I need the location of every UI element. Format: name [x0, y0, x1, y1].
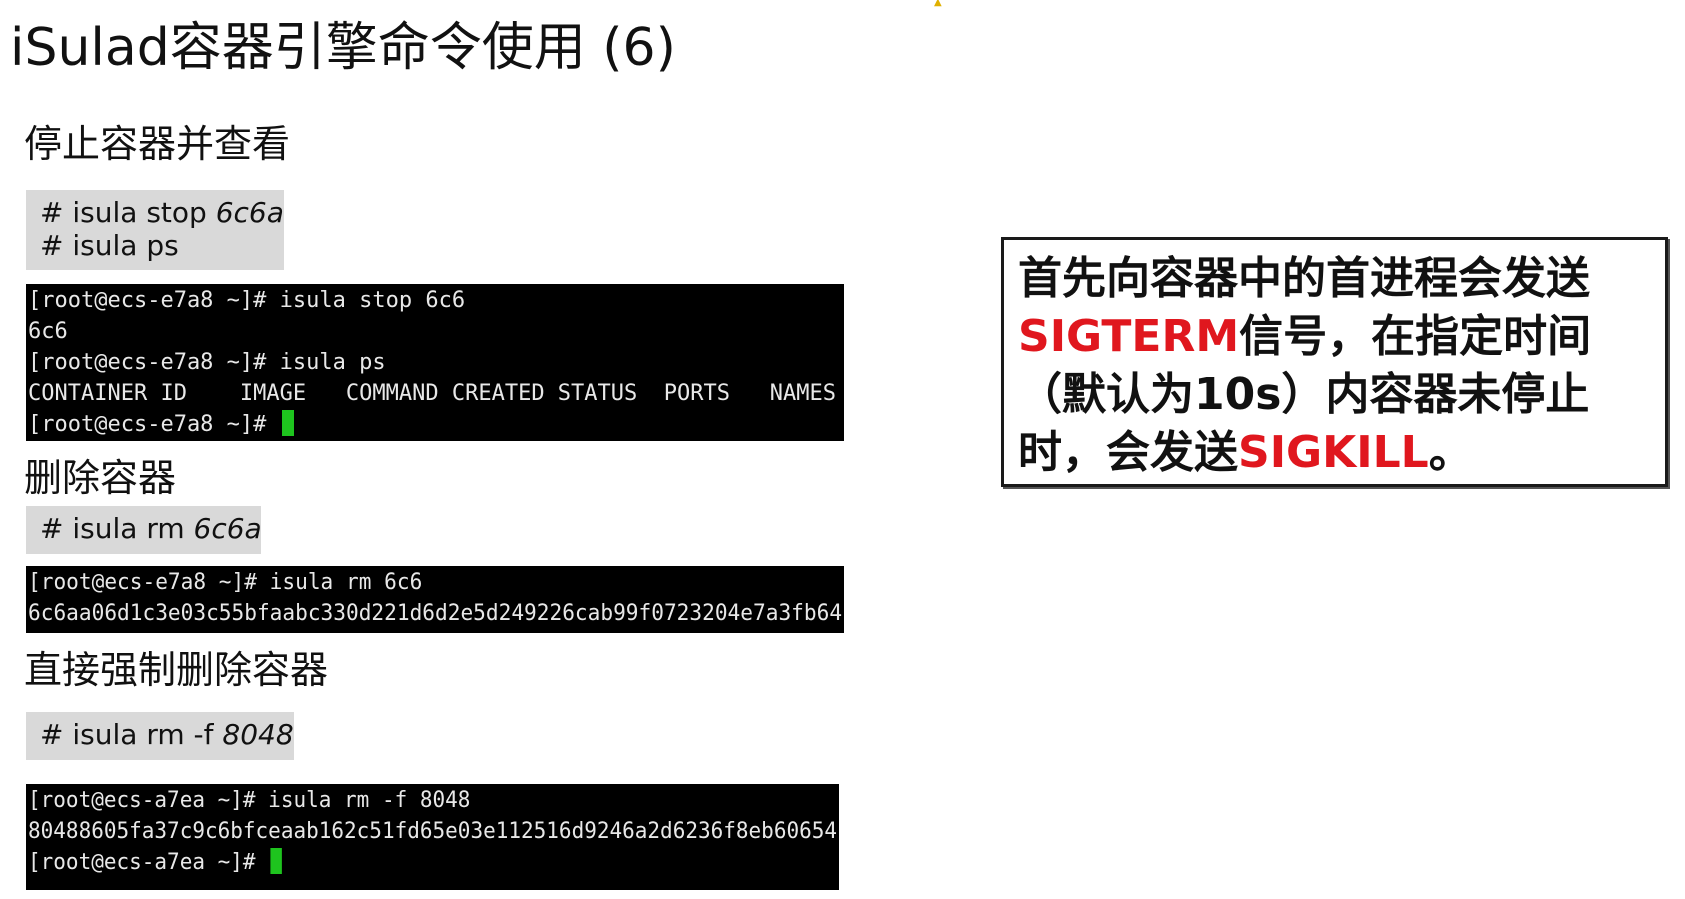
section-heading-stop: 停止容器并查看	[24, 122, 291, 166]
terminal-line: 6c6	[28, 319, 68, 344]
command-box-remove: # isula rm 6c6a	[26, 506, 262, 554]
note-text: 首先向容器中的首进程会发送	[1018, 253, 1590, 304]
terminal-line: [root@ecs-a7ea ~]# isula rm -f 8048	[28, 788, 471, 813]
terminal-line: [root@ecs-e7a8 ~]# isula rm 6c6	[28, 570, 423, 595]
mouse-pointer-icon: ▲	[934, 0, 942, 8]
command-line: # isula rm 6c6a	[40, 512, 262, 545]
note-signal-sigterm: SIGTERM	[1018, 311, 1240, 362]
note-signal-sigkill: SIGKILL	[1238, 427, 1429, 478]
terminal-line: [root@ecs-e7a8 ~]# isula stop 6c6	[28, 288, 466, 313]
terminal-line: 80488605fa37c9c6bfceaab162c51fd65e03e112…	[28, 819, 838, 844]
terminal-block-cursor-icon	[270, 848, 282, 874]
note-text: 。	[1428, 427, 1473, 478]
section-heading-force-remove: 直接强制删除容器	[24, 648, 329, 692]
command-argument: 6c6a	[193, 512, 262, 545]
slide-title: iSulad容器引擎命令使用 (6)	[10, 18, 676, 78]
terminal-line: [root@ecs-e7a8 ~]#	[28, 409, 844, 440]
terminal-line: CONTAINER ID IMAGE COMMAND CREATED STATU…	[28, 381, 836, 406]
terminal-line: [root@ecs-e7a8 ~]# isula ps	[28, 350, 386, 375]
terminal-line: [root@ecs-a7ea ~]#	[28, 847, 802, 878]
terminal-output-remove: [root@ecs-e7a8 ~]# isula rm 6c6 6c6aa06d…	[26, 566, 844, 633]
command-box-stop: # isula stop 6c6a # isula ps	[26, 190, 284, 270]
callout-note: 首先向容器中的首进程会发送SIGTERM信号，在指定时间（默认为10s）内容器未…	[1001, 237, 1668, 487]
terminal-line: 6c6aa06d1c3e03c55bfaabc330d221d6d2e5d249…	[28, 601, 843, 626]
command-argument: 8048	[222, 718, 294, 751]
terminal-output-stop: [root@ecs-e7a8 ~]# isula stop 6c6 6c6 [r…	[26, 284, 844, 441]
command-box-force-remove: # isula rm -f 8048	[26, 712, 294, 760]
terminal-block-cursor-icon	[281, 410, 294, 436]
command-line: # isula stop 6c6a	[40, 196, 284, 229]
command-line: # isula rm -f 8048	[40, 718, 294, 751]
command-argument: 6c6a	[215, 196, 284, 229]
command-line: # isula ps	[40, 229, 179, 262]
terminal-output-force-remove: [root@ecs-a7ea ~]# isula rm -f 8048 8048…	[26, 784, 839, 890]
section-heading-remove: 删除容器	[24, 456, 177, 500]
